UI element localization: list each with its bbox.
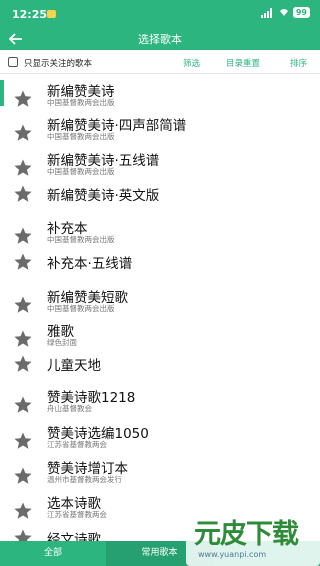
star-icon[interactable] [13, 431, 33, 451]
songbook-subtitle: 绿色封面 [47, 338, 77, 347]
songbook-subtitle: 中国基督教两会出版 [47, 304, 115, 313]
star-icon[interactable] [13, 89, 33, 109]
sort-button[interactable]: 排序 [290, 57, 307, 69]
songbook-title: 儿童天地 [47, 358, 101, 374]
songbook-row[interactable]: 补充本·五线谱 [0, 248, 320, 282]
star-icon[interactable] [13, 329, 33, 349]
songbook-row[interactable]: 赞美诗选编1050 江苏省基督教两会 [0, 418, 320, 452]
status-time: 12:25 [12, 8, 48, 21]
songbook-row[interactable]: 新编赞美诗·英文版 [0, 180, 320, 214]
star-icon[interactable] [13, 354, 33, 374]
songbook-row[interactable]: 新编赞美诗 中国基督教两会出版 [0, 76, 320, 110]
songbook-subtitle: 江苏省基督教两会 [47, 440, 107, 449]
notification-icon [47, 10, 56, 18]
watermark: 元皮下载 www.yuanpi.com [186, 510, 320, 566]
watermark-url: www.yuanpi.com [198, 550, 267, 559]
songbook-subtitle: 舟山基督教会 [47, 404, 92, 413]
star-icon[interactable] [13, 528, 33, 541]
star-icon[interactable] [13, 295, 33, 315]
songbook-row[interactable]: 补充本 中国基督教两会出版 [0, 213, 320, 247]
songbook-row[interactable]: 赞美诗增订本 温州市基督教两会发行 [0, 453, 320, 487]
songbook-subtitle: 中国基督教两会出版 [47, 235, 115, 244]
star-icon[interactable] [13, 501, 33, 521]
songbook-title: 补充本·五线谱 [47, 256, 133, 272]
wifi-icon [279, 9, 288, 16]
songbook-subtitle: 中国基督教两会出版 [47, 98, 115, 107]
only-followed-label[interactable]: 只显示关注的歌本 [24, 57, 92, 69]
star-icon[interactable] [13, 184, 33, 204]
star-icon[interactable] [13, 158, 33, 178]
only-followed-checkbox[interactable] [8, 57, 18, 67]
watermark-logo: 元皮下载 [194, 519, 299, 550]
signal-icon [260, 7, 272, 18]
filter-toolbar: 只显示关注的歌本 筛选 目录重置 排序 [0, 50, 320, 74]
app-bar: 选择歌本 [0, 28, 320, 50]
songbook-title: 经文诗歌 [47, 532, 101, 541]
songbook-row[interactable]: 新编赞美诗·五线谱 中国基督教两会出版 [0, 145, 320, 179]
songbook-title: 新编赞美诗·英文版 [47, 188, 160, 204]
star-icon[interactable] [13, 466, 33, 486]
tab-all[interactable]: 全部 [0, 541, 106, 566]
songbook-subtitle: 江苏省基督教两会 [47, 510, 107, 519]
songbook-row[interactable]: 新编赞美短歌 中国基督教两会出版 [0, 282, 320, 316]
star-icon[interactable] [13, 226, 33, 246]
songbook-subtitle: 温州市基督教两会发行 [47, 475, 122, 484]
songbook-subtitle: 中国基督教两会出版 [47, 167, 115, 176]
star-icon[interactable] [13, 395, 33, 415]
songbook-subtitle: 中国基督教两会出版 [47, 132, 115, 141]
filter-button[interactable]: 筛选 [183, 57, 200, 69]
star-icon[interactable] [13, 123, 33, 143]
status-indicators: 99 [260, 7, 310, 18]
battery-icon: 99 [292, 7, 310, 18]
reset-catalog-button[interactable]: 目录重置 [226, 57, 260, 69]
star-icon[interactable] [13, 252, 33, 272]
songbook-row[interactable]: 赞美诗歌1218 舟山基督教会 [0, 382, 320, 416]
page-title: 选择歌本 [138, 33, 182, 46]
songbook-list: 新编赞美诗 中国基督教两会出版 新编赞美诗·四声部简谱 中国基督教两会出版 新编赞美诗·… [0, 76, 320, 541]
songbook-row[interactable]: 新编赞美诗·四声部简谱 中国基督教两会出版 [0, 110, 320, 144]
songbook-row[interactable]: 儿童天地 [0, 350, 320, 384]
songbook-row[interactable]: 雅歌 绿色封面 [0, 316, 320, 350]
status-bar: 12:25 99 [0, 0, 320, 28]
